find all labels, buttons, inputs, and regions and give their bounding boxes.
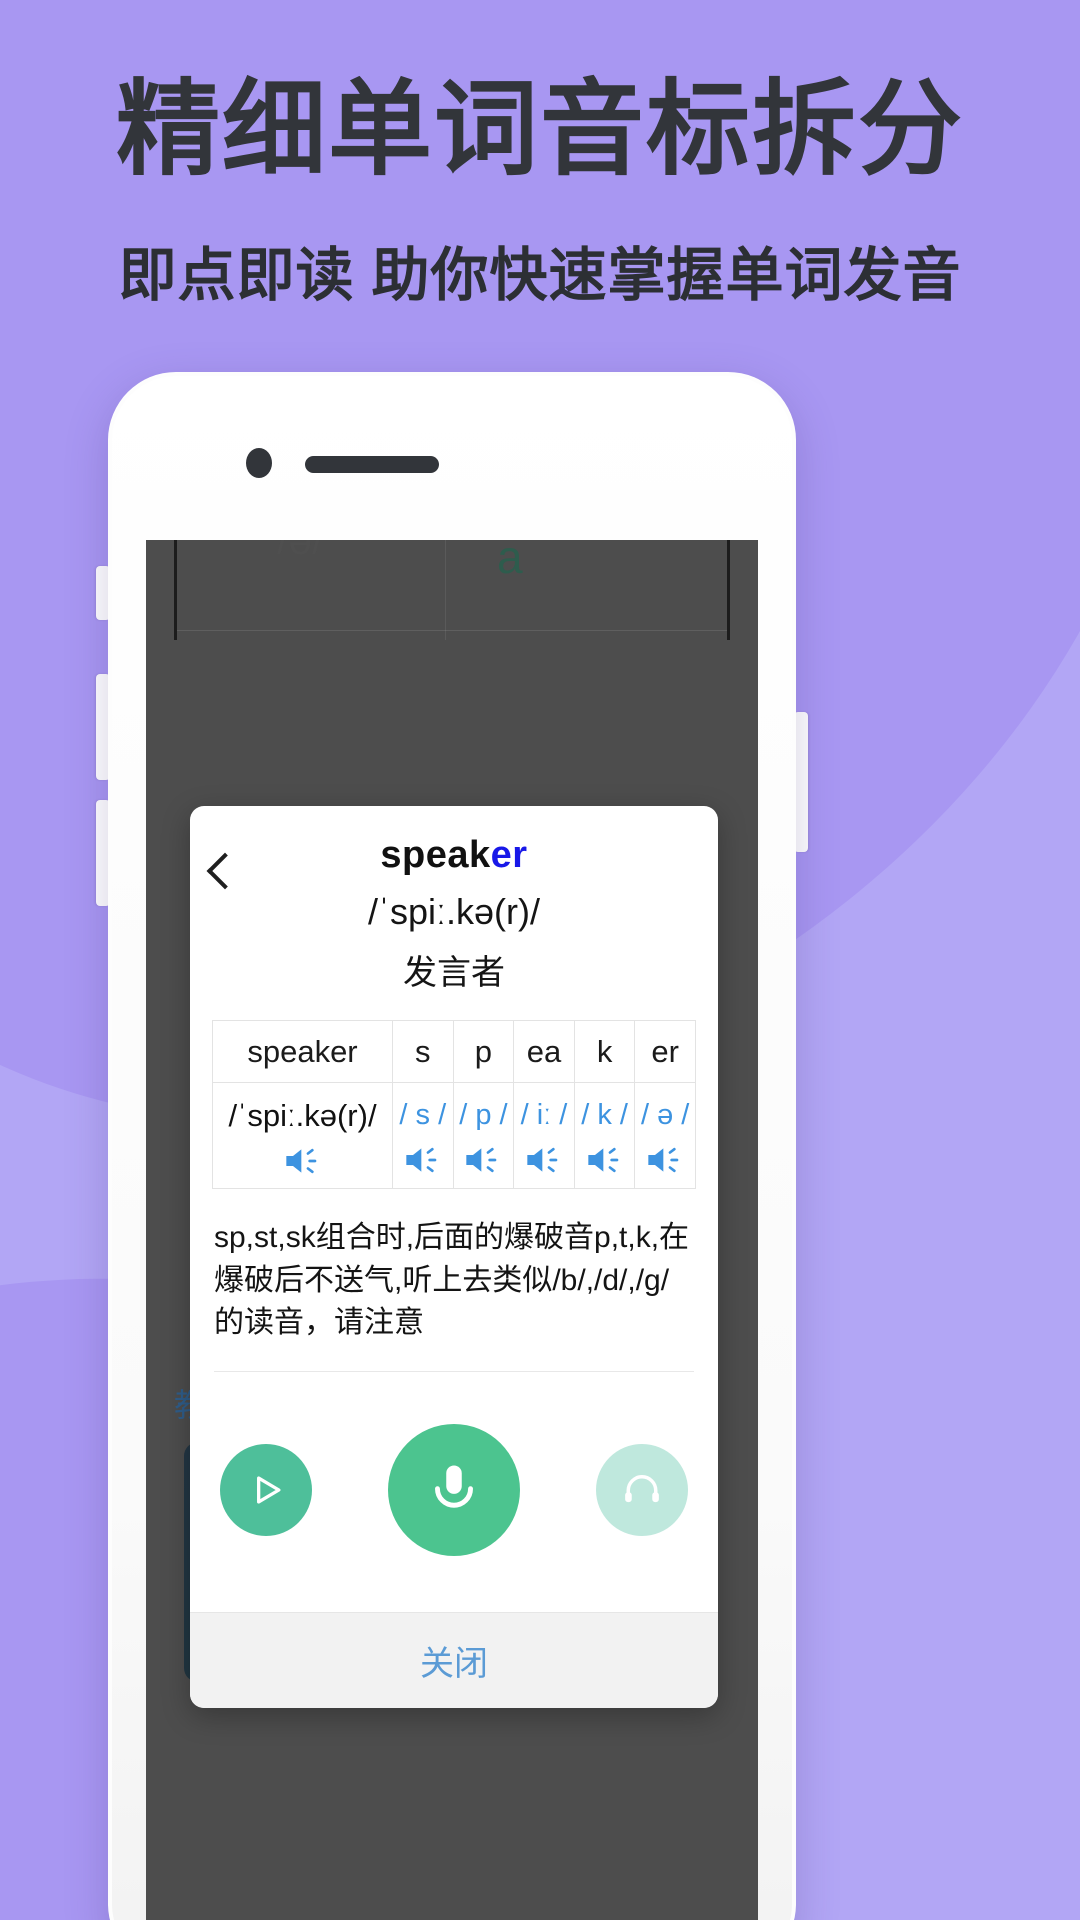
letters-cell-5[interactable]: er [634,1020,696,1083]
record-button[interactable] [388,1423,520,1556]
word-meaning: 发言者 [403,954,505,992]
headphones-icon [625,1474,659,1502]
table-row-letters: speaker s p ea k er [212,1020,696,1083]
phoneme-split-table: speaker s p ea k er /ˈspiː.kə(r)/ / s / [212,1020,696,1189]
background-ipa-text: /ə/ [277,540,324,564]
ipa-cell-3[interactable]: / iː / [513,1082,575,1189]
speaker-volume-icon[interactable] [403,1143,443,1177]
power-button[interactable] [794,712,808,852]
ipa-cell-4[interactable]: / k / [573,1082,636,1189]
ipa-text-4: / k / [581,1099,628,1132]
speaker-volume-icon[interactable] [585,1143,625,1177]
promo-subheadline: 即点即读 助你快速掌握单词发音 [118,243,962,308]
ipa-text-0: /ˈspiː.kə(r)/ [228,1097,377,1133]
ipa-cell-0[interactable]: /ˈspiː.kə(r)/ [212,1082,393,1189]
letters-cell-4[interactable]: k [573,1020,636,1083]
ipa-cell-5[interactable]: / ə / [634,1082,696,1189]
speaker-volume-icon[interactable] [524,1143,564,1177]
ipa-text-3: / iː / [520,1099,568,1132]
play-button[interactable] [220,1443,312,1536]
pronunciation-tip: sp,st,sk组合时,后面的爆破音p,t,k,在爆破后不送气,听上去类似/b/… [214,1217,694,1372]
close-button-label[interactable]: 关闭 [420,1636,488,1685]
phone-screen: /ə/ a 教学视频 真人外教 speaker /ˈspiː.kə(r)/ 发言… [146,540,758,1920]
promo-text-block: 精细单词音标拆分 即点即读 助你快速掌握单词发音 [0,78,1080,312]
word-highlight: er [490,834,528,876]
table-row-ipa: /ˈspiː.kə(r)/ / s / / p / / iː / / k / /… [212,1082,696,1189]
speaker-volume-icon[interactable] [283,1144,323,1178]
listen-button[interactable] [596,1443,688,1536]
dialog-footer[interactable]: 关闭 [190,1611,718,1708]
background-phonics-grid: /ə/ a [174,540,730,640]
ipa-cell-1[interactable]: / s / [392,1082,454,1189]
word-ipa: /ˈspiː.kə(r)/ [367,891,540,932]
word-detail-dialog: speaker /ˈspiː.kə(r)/ 发言者 speaker s p ea… [190,806,718,1708]
dialog-action-buttons [190,1372,718,1612]
ipa-text-2: / p / [459,1099,508,1132]
letters-cell-3[interactable]: ea [513,1020,575,1083]
microphone-icon [435,1465,473,1508]
ipa-text-1: / s / [399,1099,447,1132]
speaker-volume-icon[interactable] [463,1143,503,1177]
ipa-cell-2[interactable]: / p / [452,1082,515,1189]
background-letter-text: a [497,540,523,583]
front-camera-icon [246,448,272,478]
letters-cell-0[interactable]: speaker [212,1020,393,1083]
promo-headline: 精细单词音标拆分 [115,72,964,188]
ipa-text-5: / ə / [641,1099,690,1132]
dialog-header: speaker /ˈspiː.kə(r)/ 发言者 [190,806,718,1016]
play-icon [257,1476,281,1504]
word-prefix: speak [380,834,491,876]
word-title: speaker [190,834,718,877]
letters-cell-2[interactable]: p [452,1020,515,1083]
earpiece-speaker-icon [305,456,439,473]
speaker-volume-icon[interactable] [645,1143,685,1177]
letters-cell-1[interactable]: s [392,1020,454,1083]
